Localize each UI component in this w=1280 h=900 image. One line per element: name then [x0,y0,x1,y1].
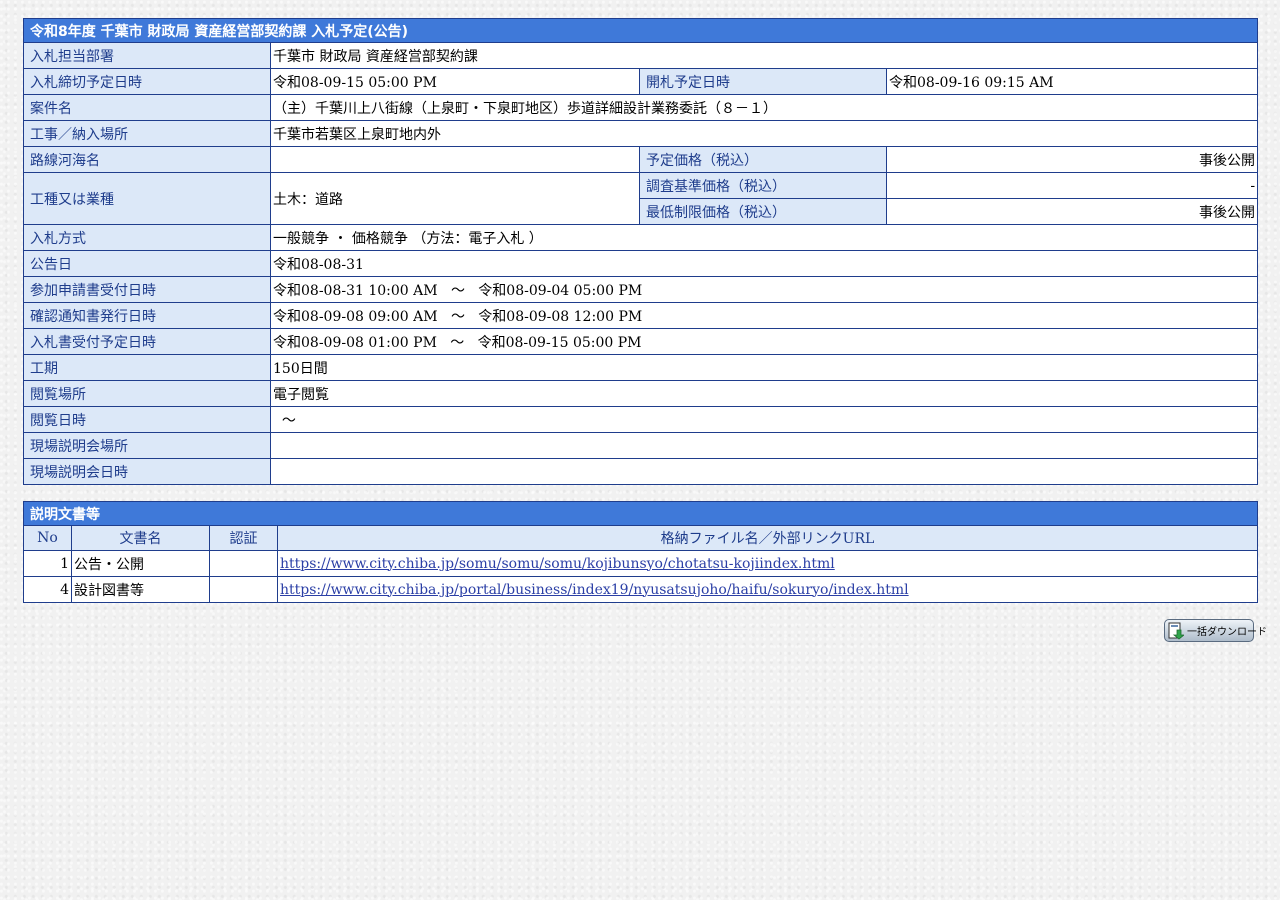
table-row: 1 公告・公開 https://www.city.chiba.jp/somu/s… [23,550,1258,577]
doc-auth [209,576,278,603]
label-application: 参加申請書受付日時 [23,276,271,303]
label-opening: 開札予定日時 [639,68,887,95]
label-planned-price: 予定価格（税込） [639,146,887,173]
value-route [270,146,640,173]
doc-name: 設計図書等 [71,576,210,603]
table-row: 4 設計図書等 https://www.city.chiba.jp/portal… [23,576,1258,603]
bulk-download-label: 一括ダウンロード [1187,627,1267,638]
label-site-time: 現場説明会日時 [23,458,271,485]
label-min-price: 最低制限価格（税込） [639,198,887,225]
doc-no: 1 [23,550,72,577]
bid-info-table: 令和8年度 千葉市 財政局 資産経営部契約課 入札予定(公告) 入札担当部署 千… [22,18,1259,485]
page-title: 令和8年度 千葉市 財政局 資産経営部契約課 入札予定(公告) [22,18,1259,43]
label-confirmation: 確認通知書発行日時 [23,302,271,329]
value-confirmation: 令和08-09-08 09:00 AM ～ 令和08-09-08 12:00 P… [269,302,1259,329]
value-project: （主）千葉川上八街線（上泉町・下泉町地区）歩道詳細設計業務委託（８－１） [269,94,1259,121]
value-viewing-time: ～ [269,406,1259,433]
doc-link[interactable]: https://www.city.chiba.jp/portal/busines… [280,582,909,598]
value-notice-date: 令和08-08-31 [269,250,1259,277]
value-opening: 令和08-09-16 09:15 AM [885,68,1259,95]
value-min-price: 事後公開 [885,198,1259,225]
label-viewing-place: 閲覧場所 [23,380,271,407]
download-icon [1168,622,1186,640]
label-survey-price: 調査基準価格（税込） [639,172,887,199]
label-project: 案件名 [23,94,271,121]
value-viewing-place: 電子閲覧 [269,380,1259,407]
col-header-name: 文書名 [71,525,210,551]
label-dept: 入札担当部署 [23,42,271,69]
doc-name: 公告・公開 [71,550,210,577]
col-header-no: No [23,525,72,551]
value-survey-price: - [885,172,1259,199]
value-period: 150日間 [269,354,1259,381]
value-site-time [269,458,1259,485]
bulk-download-button[interactable]: 一括ダウンロード [1164,619,1267,642]
label-method: 入札方式 [23,224,271,251]
label-viewing-time: 閲覧日時 [23,406,271,433]
value-category: 土木：道路 [270,172,640,225]
documents-title: 説明文書等 [23,501,1258,526]
value-bid-reception: 令和08-09-08 01:00 PM ～ 令和08-09-15 05:00 P… [269,328,1259,355]
label-notice-date: 公告日 [23,250,271,277]
documents-table: 説明文書等 No 文書名 認証 格納ファイル名／外部リンクURL 1 公告・公開… [23,501,1258,603]
doc-link[interactable]: https://www.city.chiba.jp/somu/somu/somu… [280,556,835,572]
value-application: 令和08-08-31 10:00 AM ～ 令和08-09-04 05:00 P… [269,276,1259,303]
label-bid-reception: 入札書受付予定日時 [23,328,271,355]
value-place: 千葉市若葉区上泉町地内外 [269,120,1259,147]
doc-auth [209,550,278,577]
label-site-place: 現場説明会場所 [23,432,271,459]
value-planned-price: 事後公開 [885,146,1259,173]
doc-no: 4 [23,576,72,603]
page-content: 令和8年度 千葉市 財政局 資産経営部契約課 入札予定(公告) 入札担当部署 千… [22,18,1259,603]
label-period: 工期 [23,354,271,381]
label-category: 工種又は業種 [23,172,271,225]
label-place: 工事／納入場所 [23,120,271,147]
value-dept: 千葉市 財政局 資産経営部契約課 [269,42,1259,69]
value-method: 一般競争 ・ 価格競争 （方法：電子入札 ） [269,224,1259,251]
value-deadline: 令和08-09-15 05:00 PM [270,68,640,95]
col-header-url: 格納ファイル名／外部リンクURL [277,525,1258,551]
value-site-place [269,432,1259,459]
label-route: 路線河海名 [23,146,271,173]
col-header-auth: 認証 [209,525,278,551]
label-deadline: 入札締切予定日時 [23,68,271,95]
